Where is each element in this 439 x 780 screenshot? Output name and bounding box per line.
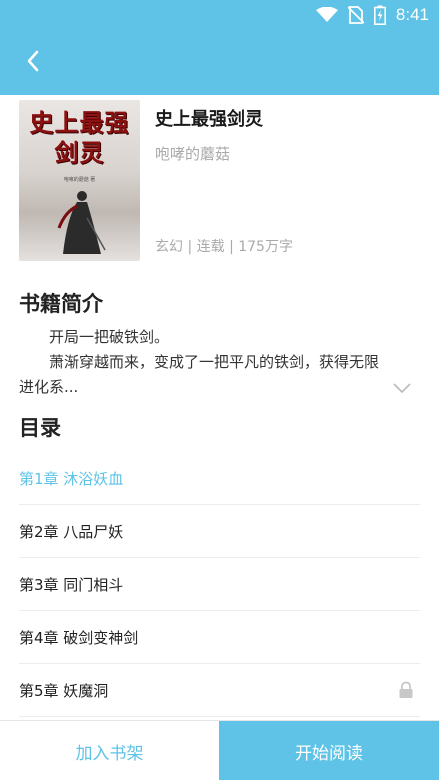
chapter-item[interactable]: 第1章 沐浴妖血 bbox=[19, 452, 420, 505]
chevron-left-icon bbox=[27, 50, 39, 72]
back-button[interactable] bbox=[18, 46, 48, 76]
chevron-down-icon bbox=[393, 383, 411, 394]
intro-line-3: 进化系... bbox=[19, 378, 79, 396]
chapter-item[interactable]: 第3章 同门相斗 bbox=[19, 558, 420, 611]
book-title: 史上最强剑灵 bbox=[155, 109, 263, 130]
chapter-label: 第2章 八品尸妖 bbox=[19, 522, 124, 541]
chapter-item[interactable]: 第2章 八品尸妖 bbox=[19, 505, 420, 558]
cover-title: 史上最强 剑灵 bbox=[19, 108, 140, 168]
chapter-label: 第1章 沐浴妖血 bbox=[19, 469, 124, 488]
intro-text[interactable]: 开局一把破铁剑。 萧渐穿越而来，变成了一把平凡的铁剑，获得无限 进化系... bbox=[19, 325, 419, 400]
swordsman-illustration bbox=[57, 191, 106, 254]
intro-line-1: 开局一把破铁剑。 bbox=[49, 328, 170, 346]
cover-title-line1: 史上最强 bbox=[29, 108, 130, 137]
chapter-item[interactable]: 第4章 破剑变神剑 bbox=[19, 611, 420, 664]
status-bar: 8:41 bbox=[0, 0, 439, 30]
app-header: 8:41 bbox=[0, 0, 439, 95]
chapter-item[interactable]: 第5章 妖魔洞 bbox=[19, 664, 420, 717]
intro-heading: 书籍简介 bbox=[19, 292, 103, 316]
intro-line-2: 萧渐穿越而来，变成了一把平凡的铁剑，获得无限 bbox=[49, 353, 380, 371]
wifi-icon bbox=[315, 7, 338, 22]
book-cover[interactable]: 史上最强 剑灵 咆哮的蘑菇 著 bbox=[19, 100, 140, 261]
add-to-shelf-button[interactable]: 加入书架 bbox=[0, 721, 219, 780]
bottom-action-bar: 加入书架 开始阅读 bbox=[0, 720, 439, 780]
chapter-label: 第4章 破剑变神剑 bbox=[19, 628, 139, 647]
book-author[interactable]: 咆哮的蘑菇 bbox=[155, 143, 230, 164]
chapter-label: 第5章 妖魔洞 bbox=[19, 681, 109, 700]
status-time: 8:41 bbox=[395, 5, 429, 24]
cover-author: 咆哮的蘑菇 著 bbox=[63, 177, 96, 183]
battery-charging-icon bbox=[373, 5, 386, 25]
chapter-label: 第3章 同门相斗 bbox=[19, 575, 124, 594]
toc-heading: 目录 bbox=[19, 416, 61, 440]
book-meta: 玄幻 | 连载 | 175万字 bbox=[155, 239, 293, 255]
lock-icon bbox=[399, 681, 413, 698]
chapter-list: 第1章 沐浴妖血 第2章 八品尸妖 第3章 同门相斗 第4章 破剑变神剑 第5章… bbox=[19, 452, 420, 717]
book-info: 史上最强 剑灵 咆哮的蘑菇 著 史上最强剑灵 咆哮的蘑菇 玄幻 | 连载 | 1… bbox=[0, 95, 439, 270]
expand-intro-button[interactable] bbox=[392, 380, 412, 394]
status-icons: 8:41 bbox=[315, 4, 429, 26]
start-reading-button[interactable]: 开始阅读 bbox=[219, 721, 439, 780]
no-sim-icon bbox=[347, 6, 364, 24]
cover-title-line2: 剑灵 bbox=[54, 138, 105, 167]
